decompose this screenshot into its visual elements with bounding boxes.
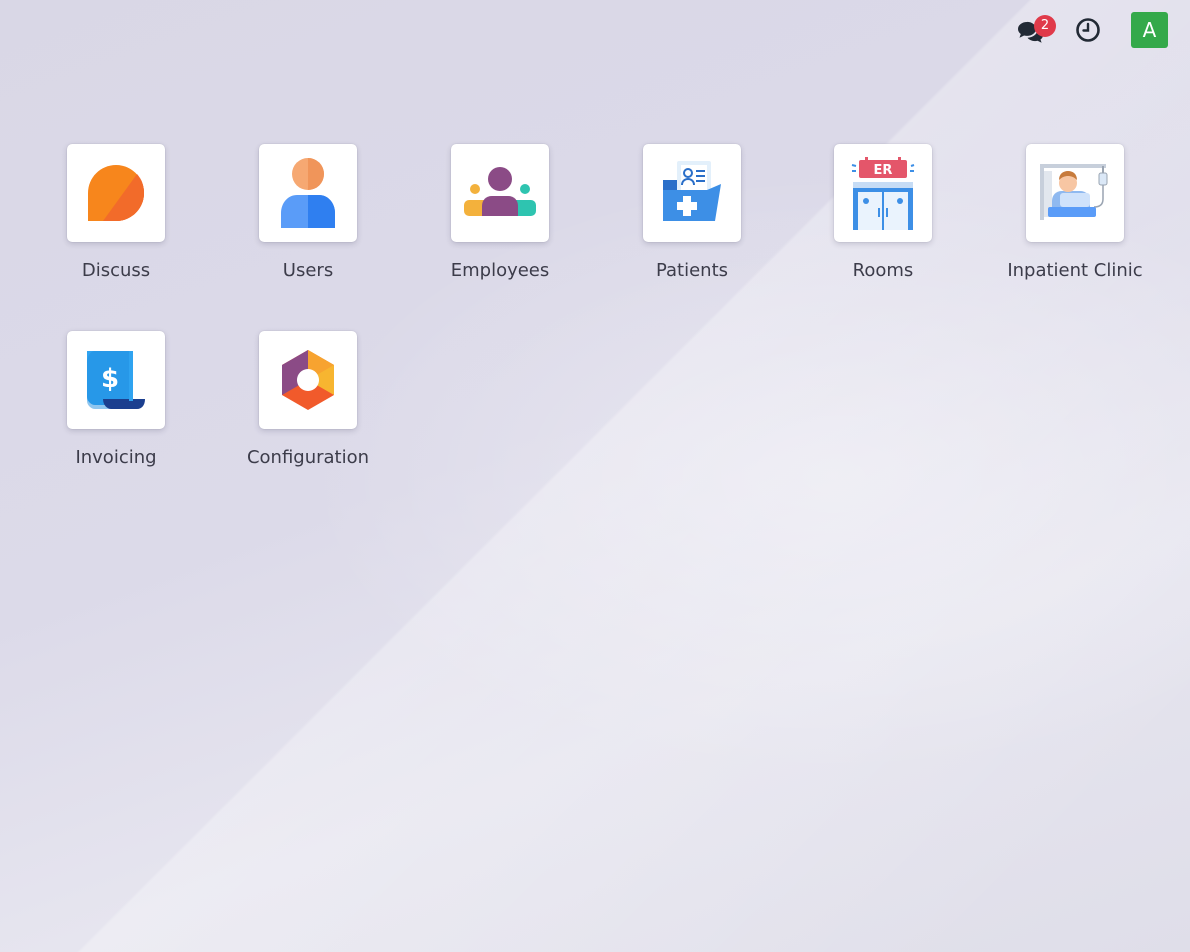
app-inpatient-clinic[interactable]: Inpatient Clinic xyxy=(985,144,1165,281)
employees-icon xyxy=(464,167,536,216)
top-bar: 2 A xyxy=(1015,12,1168,48)
svg-text:$: $ xyxy=(101,364,119,394)
app-label: Rooms xyxy=(852,260,914,281)
configuration-icon xyxy=(282,350,334,410)
app-configuration[interactable]: Configuration xyxy=(218,331,398,468)
app-label: Employees xyxy=(450,260,550,281)
app-discuss[interactable]: Discuss xyxy=(26,144,206,281)
app-label: Patients xyxy=(655,260,729,281)
app-users[interactable]: Users xyxy=(218,144,398,281)
app-label: Configuration xyxy=(246,447,370,468)
app-label: Discuss xyxy=(81,260,151,281)
app-tile[interactable] xyxy=(67,144,165,242)
app-tile[interactable] xyxy=(451,144,549,242)
rooms-icon: ER xyxy=(851,157,915,230)
inpatient-clinic-icon xyxy=(1040,164,1108,220)
app-employees[interactable]: Employees xyxy=(410,144,590,281)
app-label: Users xyxy=(282,260,334,281)
invoicing-icon: $ xyxy=(87,351,145,409)
chat-button[interactable]: 2 xyxy=(1015,15,1056,45)
app-patients[interactable]: Patients xyxy=(602,144,782,281)
app-tile[interactable] xyxy=(259,331,357,429)
users-icon xyxy=(281,158,335,228)
er-sign-text: ER xyxy=(874,163,893,178)
discuss-icon xyxy=(88,165,144,221)
app-rooms[interactable]: ER Rooms xyxy=(793,144,973,281)
background xyxy=(0,0,1190,952)
app-tile[interactable] xyxy=(643,144,741,242)
app-label: Invoicing xyxy=(75,447,157,468)
app-tile[interactable]: $ xyxy=(67,331,165,429)
notification-badge: 2 xyxy=(1034,15,1056,37)
app-invoicing[interactable]: $ Invoicing xyxy=(26,331,206,468)
user-avatar[interactable]: A xyxy=(1131,12,1168,48)
clock-icon[interactable] xyxy=(1075,17,1101,43)
app-label: Inpatient Clinic xyxy=(1007,260,1143,281)
patients-icon xyxy=(663,161,721,221)
app-tile[interactable]: ER xyxy=(834,144,932,242)
app-tile[interactable] xyxy=(1026,144,1124,242)
app-tile[interactable] xyxy=(259,144,357,242)
